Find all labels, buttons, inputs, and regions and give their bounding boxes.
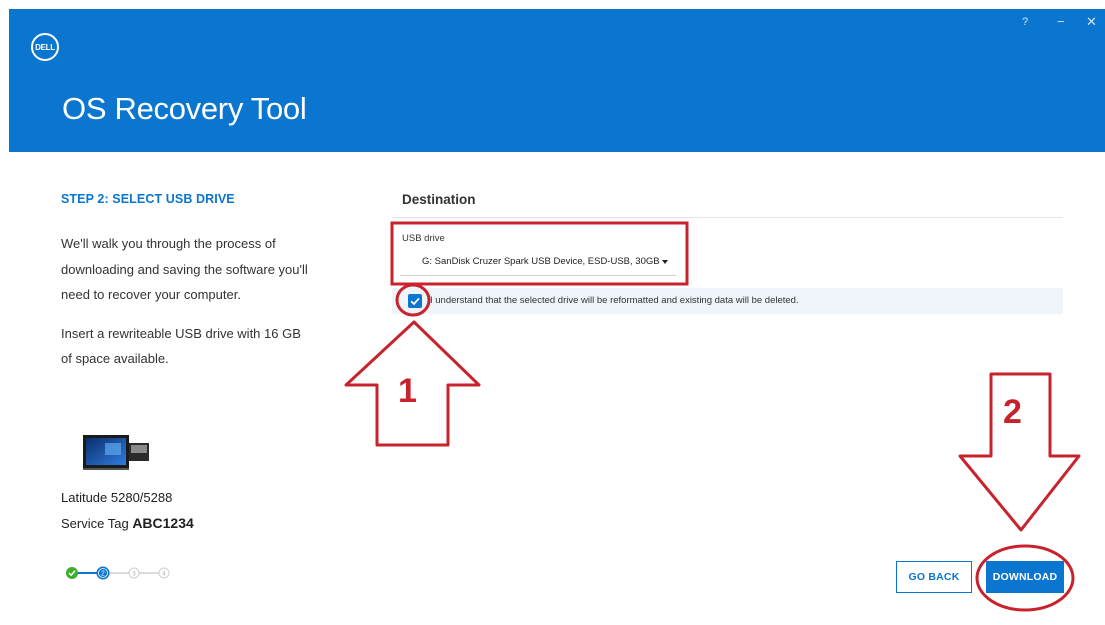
progress-step-upcoming: 3 xyxy=(128,567,140,579)
acknowledge-checkbox[interactable] xyxy=(408,294,422,308)
usb-requirement-text: Insert a rewriteable USB drive with 16 G… xyxy=(61,325,301,367)
laptop-icon xyxy=(83,435,149,470)
minimize-icon[interactable]: − xyxy=(1057,15,1065,29)
progress-step-current: 2 xyxy=(96,566,110,580)
usb-drive-selected: G: SanDisk Cruzer Spark USB Device, ESD-… xyxy=(422,256,660,267)
checkmark-icon xyxy=(410,297,420,306)
section-title-destination: Destination xyxy=(402,192,476,207)
dell-logo: DELL xyxy=(31,33,59,61)
divider xyxy=(392,217,1063,218)
download-button[interactable]: DOWNLOAD xyxy=(986,561,1064,593)
usb-drive-dropdown[interactable]: G: SanDisk Cruzer Spark USB Device, ESD-… xyxy=(400,248,676,276)
acknowledge-row: I understand that the selected drive wil… xyxy=(392,288,1063,314)
app-header: DELL OS Recovery Tool ? − ✕ xyxy=(9,9,1105,152)
close-icon[interactable]: ✕ xyxy=(1086,15,1097,29)
chevron-down-icon xyxy=(662,260,668,264)
progress-step-upcoming: 4 xyxy=(158,567,170,579)
annotation-label-2: 2 xyxy=(1003,393,1022,431)
usb-drive-label: USB drive xyxy=(402,233,445,244)
step-progress: 2 3 4 xyxy=(66,566,170,580)
step-description: We'll walk you through the process of do… xyxy=(61,231,311,385)
progress-step-complete xyxy=(66,567,78,579)
service-tag: Service Tag ABC1234 xyxy=(61,515,194,531)
annotation-label-1: 1 xyxy=(398,372,417,410)
step-title: STEP 2: SELECT USB DRIVE xyxy=(61,192,235,206)
go-back-button[interactable]: GO BACK xyxy=(896,561,972,593)
acknowledge-text: I understand that the selected drive wil… xyxy=(430,295,799,306)
page-title: OS Recovery Tool xyxy=(62,91,307,126)
help-icon[interactable]: ? xyxy=(1022,15,1028,29)
service-tag-label: Service Tag xyxy=(61,516,129,531)
description-text: We'll walk you through the process of do… xyxy=(61,236,308,302)
service-tag-value: ABC1234 xyxy=(132,515,194,531)
device-model: Latitude 5280/5288 xyxy=(61,490,173,505)
progress-step-2-label: 2 xyxy=(101,571,105,578)
